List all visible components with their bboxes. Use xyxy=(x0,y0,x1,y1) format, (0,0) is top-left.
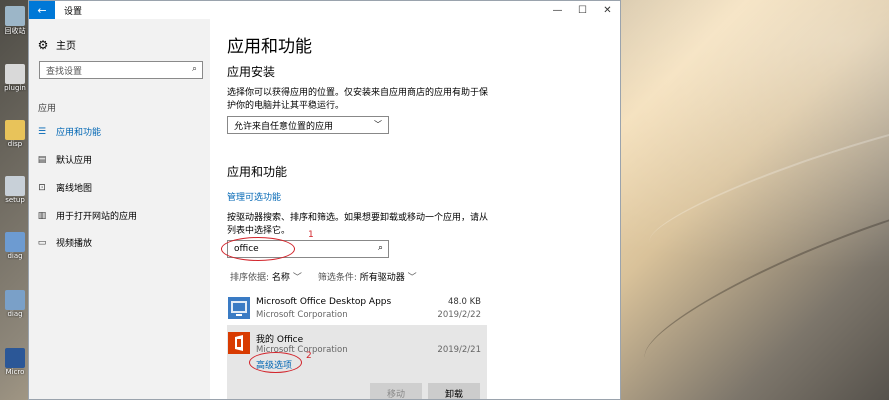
main-content: 应用和功能 应用安装 选择你可以获得应用的位置。仅安装来自应用商店的应用有助于保… xyxy=(221,19,620,399)
office-desktop-apps-icon xyxy=(228,297,250,319)
nav-item-label: 离线地图 xyxy=(56,184,93,194)
chevron-down-icon: ﹀ xyxy=(407,273,417,283)
maximize-button[interactable]: ☐ xyxy=(570,1,595,19)
list-icon: ☰ xyxy=(37,126,47,137)
app-size: 48.0 KB xyxy=(447,297,481,307)
nav-item-offline-maps[interactable]: ⊡ 离线地图 xyxy=(37,181,93,195)
search-icon: ⌕ xyxy=(377,243,383,253)
page-title: 应用和功能 xyxy=(227,37,312,57)
install-description: 选择你可以获得应用的位置。仅安装来自应用商店的应用有助于保护你的电脑并让其平稳运… xyxy=(227,88,489,111)
nav-home-label: 主页 xyxy=(56,41,76,52)
app-publisher: Microsoft Corporation xyxy=(256,310,348,320)
sort-filter-bar: 排序依据: 名称 ﹀ 筛选条件: 所有驱动器 ﹀ xyxy=(230,270,417,283)
filter-value: 所有驱动器 xyxy=(359,273,405,283)
office-icon xyxy=(228,332,250,354)
annotation-circle-search xyxy=(221,237,295,261)
install-source-dropdown[interactable]: 允许来自任意位置的应用 ﹀ xyxy=(227,116,389,134)
search-placeholder: 查找设置 xyxy=(46,66,83,77)
desktop-icon-plugin[interactable]: plugin xyxy=(2,64,28,92)
app-icon-2 xyxy=(5,290,25,310)
apps-heading: 应用和功能 xyxy=(227,165,288,179)
annotation-circle-advanced xyxy=(249,352,302,373)
nav-item-default-apps[interactable]: ▤ 默认应用 xyxy=(37,153,93,167)
search-description: 按驱动器搜索、排序和筛选。如果想要卸载或移动一个应用，请从列表中选择它。 xyxy=(227,213,489,236)
app-date: 2019/2/22 xyxy=(437,310,481,320)
filter-dropdown[interactable]: 筛选条件: 所有驱动器 ﹀ xyxy=(318,270,417,283)
plugin-icon xyxy=(5,64,25,84)
uninstall-button[interactable]: 卸载 xyxy=(428,383,480,399)
back-button[interactable]: ← xyxy=(29,1,55,19)
nav-item-apps-for-websites[interactable]: ▥ 用于打开网站的应用 xyxy=(37,209,138,223)
title-bar: ← 设置 — ☐ ✕ xyxy=(29,1,620,19)
annotation-number: 2 xyxy=(306,351,312,361)
sort-dropdown[interactable]: 排序依据: 名称 ﹀ xyxy=(230,270,302,283)
gear-icon: ⚙ xyxy=(37,37,49,52)
back-arrow-icon: ← xyxy=(37,3,47,17)
app-date: 2019/2/21 xyxy=(437,345,481,355)
window-title: 设置 xyxy=(64,6,83,17)
desktop-icon-app[interactable]: diag xyxy=(2,232,28,260)
desktop-icon-recycle-bin[interactable]: 回收站 xyxy=(2,6,28,36)
nav-item-label: 默认应用 xyxy=(56,156,93,166)
word-icon xyxy=(5,348,25,368)
app-list-item[interactable]: Microsoft Office Desktop Apps Microsoft … xyxy=(227,294,487,324)
move-button[interactable]: 移动 xyxy=(370,383,422,399)
website-icon: ▥ xyxy=(37,210,47,221)
setup-icon xyxy=(5,176,25,196)
recycle-bin-icon xyxy=(5,6,25,26)
desktop-icon-setup[interactable]: setup xyxy=(2,176,28,204)
sort-value: 名称 xyxy=(271,273,290,283)
nav-section-label: 应用 xyxy=(38,104,57,114)
nav-item-video-playback[interactable]: ▭ 视频播放 xyxy=(37,236,93,250)
nav-item-label: 用于打开网站的应用 xyxy=(56,212,138,222)
nav-item-label: 视频播放 xyxy=(56,239,93,249)
folder-icon xyxy=(5,120,25,140)
sort-label: 排序依据: xyxy=(230,273,270,283)
chevron-down-icon: ﹀ xyxy=(292,273,302,283)
app-name: Microsoft Office Desktop Apps xyxy=(256,297,392,307)
chevron-down-icon: ﹀ xyxy=(374,120,382,129)
map-icon: ⊡ xyxy=(38,182,46,193)
install-option-value: 允许来自任意位置的应用 xyxy=(234,121,334,132)
desktop-icon-folder[interactable]: disp xyxy=(2,120,28,148)
settings-sidebar: ⚙ 主页 查找设置 ⌕ 应用 ☰ 应用和功能 ▤ 默认应用 ⊡ 离线地图 ▥ 用… xyxy=(29,19,210,399)
app-icon xyxy=(5,232,25,252)
desktop-icon-app-2[interactable]: diag xyxy=(2,290,28,318)
install-heading: 应用安装 xyxy=(227,65,276,79)
settings-search-input[interactable]: 查找设置 ⌕ xyxy=(39,61,203,79)
annotation-number: 1 xyxy=(308,230,314,240)
search-icon: ⌕ xyxy=(191,64,197,74)
desktop-icon-word[interactable]: Micro xyxy=(2,348,28,376)
app-name: 我的 Office xyxy=(256,335,304,345)
nav-home[interactable]: ⚙ 主页 xyxy=(37,37,76,53)
manage-optional-features-link[interactable]: 管理可选功能 xyxy=(227,190,281,203)
settings-window: ← 设置 — ☐ ✕ ⚙ 主页 查找设置 ⌕ 应用 ☰ 应用和功能 ▤ 默认应用… xyxy=(28,0,621,400)
default-apps-icon: ▤ xyxy=(37,154,47,165)
nav-item-label: 应用和功能 xyxy=(56,128,102,138)
close-button[interactable]: ✕ xyxy=(595,1,620,19)
filter-label: 筛选条件: xyxy=(317,273,357,283)
minimize-button[interactable]: — xyxy=(545,1,570,19)
video-icon: ▭ xyxy=(37,237,47,248)
nav-item-apps-features[interactable]: ☰ 应用和功能 xyxy=(37,125,102,139)
